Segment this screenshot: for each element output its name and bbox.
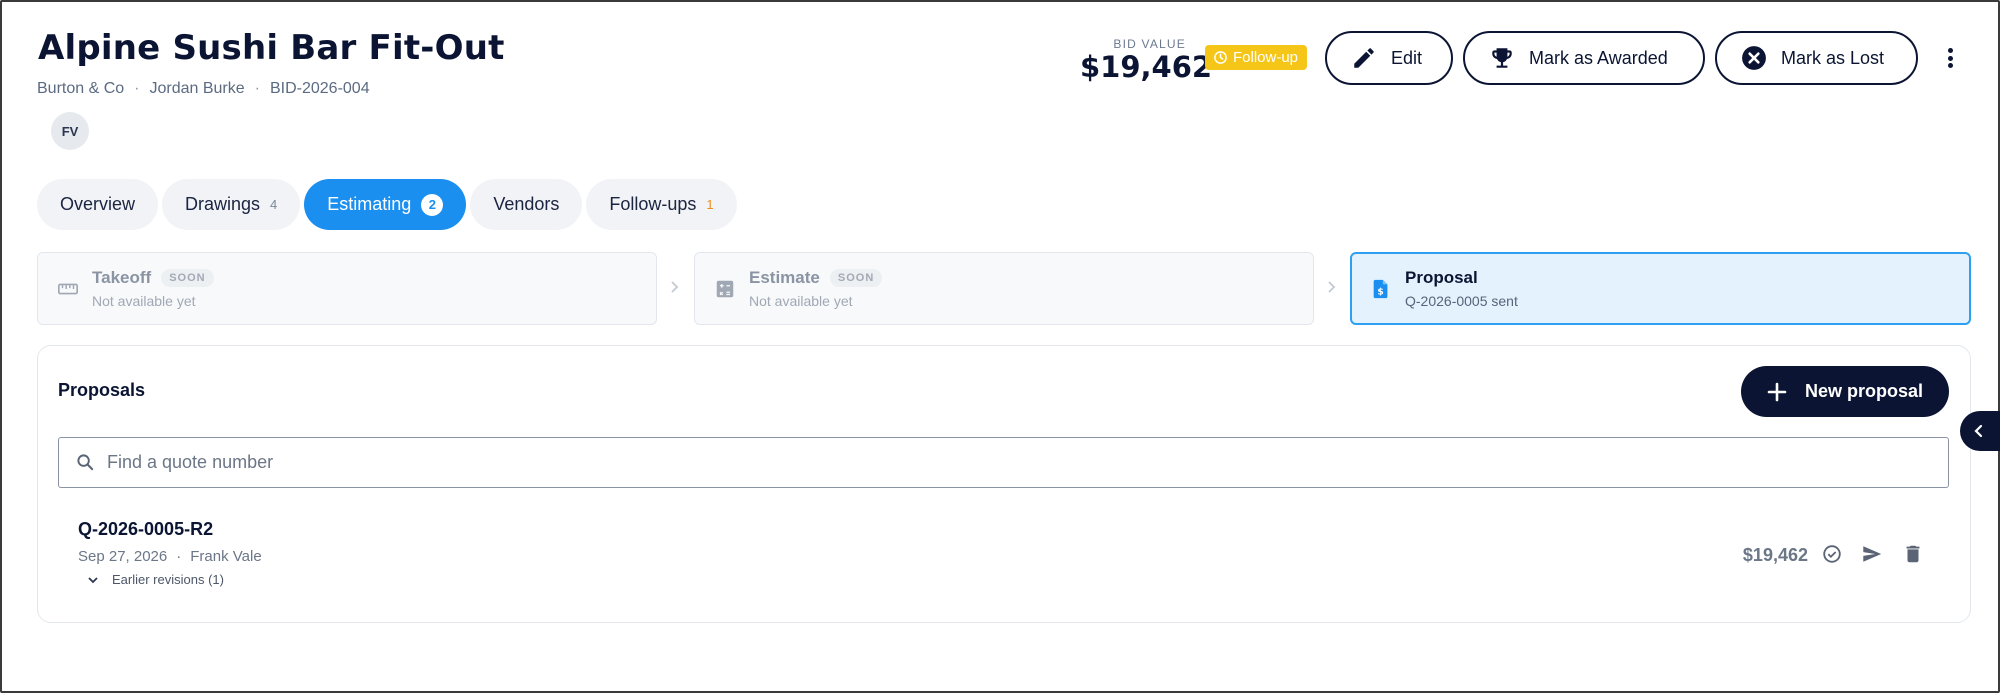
- client-name: Burton & Co: [37, 80, 125, 97]
- step-title: Takeoff: [92, 268, 152, 287]
- mark-lost-button[interactable]: Mark as Lost: [1715, 31, 1918, 85]
- quote-meta: Sep 27, 2026 · Frank Vale: [78, 548, 262, 565]
- contact-name: Jordan Burke: [149, 80, 245, 97]
- trash-icon[interactable]: [1902, 543, 1924, 565]
- tab-bar: Overview Drawings 4 Estimating 2 Vendors…: [37, 179, 737, 230]
- more-options-icon[interactable]: [1940, 44, 1960, 72]
- pencil-icon: [1354, 48, 1374, 68]
- status-badge-label: Follow-up: [1233, 49, 1299, 66]
- step-subtitle: Not available yet: [92, 293, 196, 309]
- bid-id: BID-2026-004: [269, 80, 370, 97]
- svg-text:$: $: [1377, 287, 1383, 298]
- soon-badge: SOON: [161, 269, 214, 287]
- avatar[interactable]: FV: [51, 112, 89, 150]
- mark-lost-label: Mark as Lost: [1781, 47, 1885, 68]
- quote-number[interactable]: Q-2026-0005-R2: [78, 519, 213, 540]
- page-title: Alpine Sushi Bar Fit-Out: [38, 28, 505, 68]
- step-title: Estimate: [749, 268, 820, 287]
- status-badge: Follow-up: [1205, 45, 1308, 70]
- edit-button[interactable]: Edit: [1325, 31, 1453, 85]
- cancel-circle-icon: [1742, 46, 1766, 70]
- ruler-icon: [58, 283, 78, 295]
- quote-author: Frank Vale: [190, 548, 262, 565]
- search-icon: [77, 454, 94, 471]
- edit-button-label: Edit: [1391, 47, 1423, 68]
- tab-vendors[interactable]: Vendors: [470, 179, 583, 230]
- tab-label: Follow-ups: [609, 194, 697, 214]
- calculator-icon: [716, 280, 734, 298]
- soon-badge: SOON: [829, 269, 883, 287]
- quote-amount: $19,462: [1742, 545, 1808, 565]
- separator: ·: [176, 548, 182, 565]
- chevron-left-icon: [1974, 424, 1983, 438]
- tab-estimating[interactable]: Estimating 2: [304, 179, 467, 230]
- earlier-revisions-toggle[interactable]: Earlier revisions (1): [86, 572, 224, 587]
- tab-count: 1: [706, 197, 714, 212]
- clock-icon: [1214, 51, 1227, 64]
- new-proposal-button[interactable]: New proposal: [1741, 366, 1949, 417]
- separator: ·: [134, 80, 140, 97]
- separator: ·: [254, 80, 260, 97]
- tab-follow-ups[interactable]: Follow-ups 1: [586, 179, 737, 230]
- search-input[interactable]: [107, 452, 1907, 473]
- new-proposal-label: New proposal: [1805, 381, 1924, 401]
- earlier-revisions-label: Earlier revisions (1): [112, 572, 224, 587]
- quote-search[interactable]: [58, 437, 1949, 488]
- step-estimate: Estimate SOON Not available yet: [694, 252, 1314, 325]
- step-subtitle: Q-2026-0005 sent: [1405, 293, 1518, 309]
- bid-meta: Burton & Co · Jordan Burke · BID-2026-00…: [37, 80, 370, 98]
- mark-awarded-button[interactable]: Mark as Awarded: [1463, 31, 1705, 85]
- tab-drawings[interactable]: Drawings 4: [162, 179, 301, 230]
- step-takeoff: Takeoff SOON Not available yet: [37, 252, 657, 325]
- plus-icon: [1767, 382, 1787, 401]
- trophy-icon: [1492, 48, 1512, 68]
- chevron-right-icon: [671, 281, 679, 293]
- step-proposal[interactable]: $ Proposal Q-2026-0005 sent: [1350, 252, 1971, 325]
- tab-overview[interactable]: Overview: [37, 179, 159, 230]
- step-subtitle: Not available yet: [749, 293, 853, 309]
- tab-label: Overview: [60, 194, 136, 214]
- invoice-dollar-icon: $: [1373, 279, 1388, 299]
- bid-value: $19,462: [1080, 50, 1213, 84]
- step-title: Proposal: [1405, 268, 1478, 287]
- tab-count: 2: [421, 193, 444, 216]
- chevron-down-icon: [88, 576, 98, 583]
- bid-value-label: BID VALUE: [1113, 37, 1186, 51]
- tab-label: Estimating: [327, 194, 412, 214]
- tab-label: Drawings: [185, 194, 261, 214]
- mark-awarded-label: Mark as Awarded: [1529, 47, 1668, 68]
- tab-label: Vendors: [493, 194, 560, 214]
- chevron-right-icon: [1328, 281, 1336, 293]
- send-icon[interactable]: [1861, 543, 1883, 565]
- proposals-title: Proposals: [58, 380, 146, 400]
- tab-count: 4: [270, 197, 278, 212]
- quote-date: Sep 27, 2026: [78, 548, 168, 565]
- check-circle-icon[interactable]: [1821, 543, 1843, 565]
- collapse-panel-button[interactable]: [1960, 411, 2000, 451]
